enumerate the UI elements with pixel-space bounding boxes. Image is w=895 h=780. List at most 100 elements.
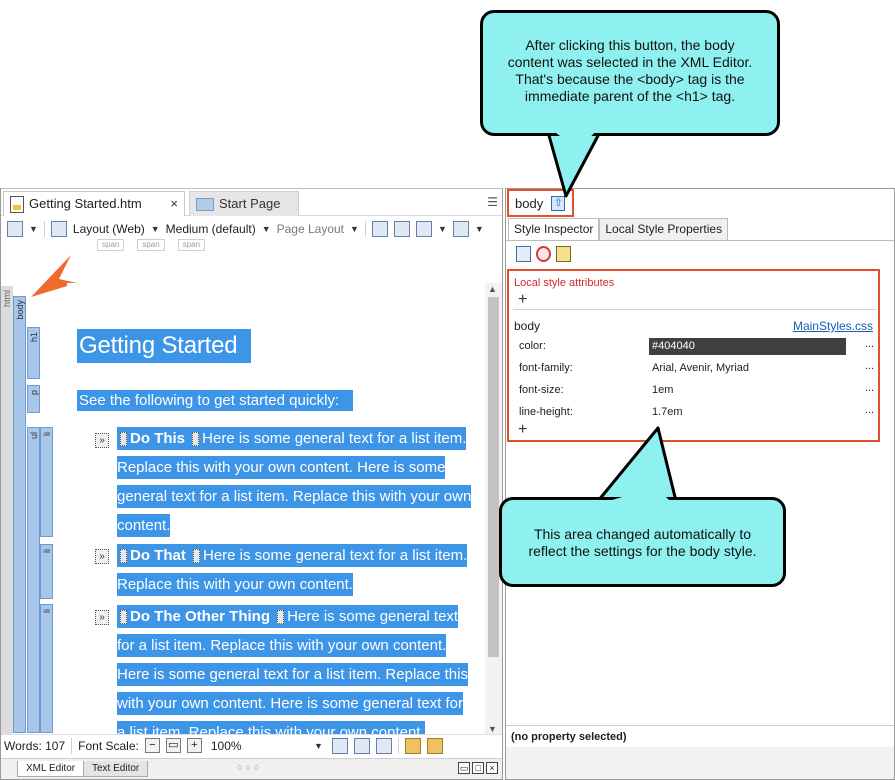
track-changes-icon[interactable]: [371, 221, 388, 237]
html-structure-label[interactable]: html: [2, 287, 12, 307]
chevron-down-icon[interactable]: ▼: [438, 224, 447, 234]
property-name: line-height:: [519, 406, 573, 418]
selector-name: body: [514, 319, 541, 333]
property-value[interactable]: 1.7em: [649, 404, 846, 421]
inspector-tabs: Style Inspector Local Style Properties: [508, 218, 729, 240]
chevron-down-icon[interactable]: ▼: [475, 224, 484, 234]
ruler-horizontal-icon[interactable]: [404, 737, 421, 754]
add-local-attribute-button[interactable]: +: [518, 292, 527, 308]
chevron-down-icon[interactable]: ▼: [151, 224, 160, 234]
structure-bars-icon[interactable]: [415, 221, 432, 237]
property-status: (no property selected): [511, 731, 627, 743]
chevron-down-icon[interactable]: ▼: [350, 224, 359, 234]
show-tags-icon[interactable]: [452, 221, 469, 237]
select-parent-button[interactable]: ⇧: [551, 195, 566, 211]
show-blocks-icon[interactable]: [331, 737, 348, 754]
property-ellipsis-button[interactable]: ...: [865, 360, 874, 372]
list-item[interactable]: Do The Other Thing Here is some general …: [117, 602, 475, 738]
layout-dropdown[interactable]: Layout (Web): [73, 222, 145, 236]
preview-icon[interactable]: [7, 221, 23, 237]
list-item-title: Do This: [130, 430, 185, 447]
property-value[interactable]: 1em: [649, 382, 846, 399]
zoom-out-button[interactable]: −: [144, 738, 160, 753]
span-tag: span: [97, 239, 125, 251]
stylesheet-link[interactable]: MainStyles.css: [793, 319, 873, 333]
span-tag: span: [137, 239, 165, 251]
layout-tool-icon[interactable]: [50, 221, 67, 237]
editor-content[interactable]: Getting Started See the following to get…: [67, 283, 485, 738]
li-structure-bar[interactable]: li: [40, 604, 53, 733]
structure-gutter: [1, 286, 13, 734]
bullet-marker: »: [95, 610, 109, 625]
zoom-select[interactable]: 100% ▼: [208, 738, 326, 754]
zoom-in-button[interactable]: +: [186, 738, 202, 753]
close-icon[interactable]: ×: [486, 762, 498, 774]
property-value[interactable]: Arial, Avenir, Myriad: [649, 360, 846, 377]
splitter-grip-icon[interactable]: ○○○: [237, 762, 262, 772]
style-properties-box: Local style attributes + body MainStyles…: [507, 269, 880, 442]
tab-getting-started[interactable]: Getting Started.htm ×: [3, 191, 185, 216]
tab-label: Start Page: [219, 196, 281, 211]
list-item[interactable]: Do That Here is some general text for a …: [117, 541, 475, 599]
body-structure-bar[interactable]: body: [13, 296, 26, 733]
local-style-attributes-label: Local style attributes: [514, 277, 615, 289]
stylesheet-icon[interactable]: [516, 246, 531, 262]
zoom-reset-button[interactable]: ▭: [165, 738, 181, 753]
ruler-vertical-icon[interactable]: [426, 737, 443, 754]
tab-xml-editor[interactable]: XML Editor: [17, 761, 85, 777]
list-item-title: Do That: [130, 547, 186, 564]
ul-structure-bar[interactable]: ul: [27, 427, 40, 733]
callout-parent-button: After clicking this button, the body con…: [480, 10, 780, 136]
tab-style-inspector[interactable]: Style Inspector: [508, 218, 600, 240]
medium-dropdown[interactable]: Medium (default): [166, 222, 256, 236]
list-item[interactable]: Do This Here is some general text for a …: [117, 424, 475, 540]
property-ellipsis-button[interactable]: ...: [865, 404, 874, 416]
chevron-down-icon[interactable]: ▼: [262, 224, 271, 234]
body-structure-label: body: [15, 300, 25, 320]
property-row[interactable]: line-height: 1.7em ...: [519, 404, 874, 422]
show-changes-icon[interactable]: [393, 221, 410, 237]
tab-text-editor[interactable]: Text Editor: [83, 761, 149, 777]
chevron-down-icon[interactable]: ▼: [29, 224, 38, 234]
clear-style-icon[interactable]: [536, 246, 551, 262]
li-structure-bar[interactable]: li: [40, 544, 53, 599]
split-icon[interactable]: ▭: [458, 762, 470, 774]
editor-mode-tabs: XML Editor Text Editor ○○○ ▭ □ ×: [1, 758, 502, 779]
structure-top-icon[interactable]: [375, 737, 392, 754]
property-row[interactable]: font-family: Arial, Avenir, Myriad ...: [519, 360, 874, 378]
status-divider: [71, 737, 73, 754]
tab-list-menu-icon[interactable]: ☰: [487, 195, 498, 209]
restore-icon[interactable]: □: [472, 762, 484, 774]
li-structure-bar[interactable]: li: [40, 427, 53, 537]
h1-structure-bar[interactable]: h1: [27, 327, 40, 379]
span-tag-markers: span span span: [97, 239, 206, 251]
start-page-icon: [196, 198, 214, 211]
span-marker: [192, 432, 200, 447]
toolbar-divider: [43, 221, 45, 237]
property-name: color:: [519, 340, 546, 352]
li-structure-label: li: [42, 432, 52, 436]
property-row[interactable]: color: #404040 ...: [519, 338, 874, 356]
close-icon[interactable]: ×: [170, 196, 178, 211]
chevron-down-icon[interactable]: ▼: [488, 724, 497, 734]
property-ellipsis-button[interactable]: ...: [865, 338, 874, 350]
page-layout-dropdown[interactable]: Page Layout: [277, 222, 344, 236]
property-value[interactable]: #404040: [649, 338, 846, 355]
page-heading[interactable]: Getting Started: [77, 329, 252, 363]
tab-start-page[interactable]: Start Page: [189, 191, 299, 216]
p-structure-bar[interactable]: p: [27, 385, 40, 413]
status-divider: [397, 737, 399, 754]
editor-toolbar: ▼ Layout (Web) ▼ Medium (default) ▼ Page…: [1, 217, 502, 241]
chevron-up-icon[interactable]: ▲: [488, 284, 497, 294]
property-row[interactable]: font-size: 1em ...: [519, 382, 874, 400]
edit-stylesheet-icon[interactable]: [556, 246, 571, 262]
intro-paragraph[interactable]: See the following to get started quickly…: [77, 390, 354, 411]
ul-structure-label: ul: [29, 432, 39, 440]
html-file-icon: [10, 196, 24, 213]
property-ellipsis-button[interactable]: ...: [865, 382, 874, 394]
scrollbar-thumb[interactable]: [488, 297, 499, 657]
add-property-button[interactable]: +: [518, 422, 527, 438]
callout-text: This area changed automatically to refle…: [528, 526, 757, 559]
tab-local-style-properties[interactable]: Local Style Properties: [599, 218, 729, 240]
structure-left-icon[interactable]: [353, 737, 370, 754]
